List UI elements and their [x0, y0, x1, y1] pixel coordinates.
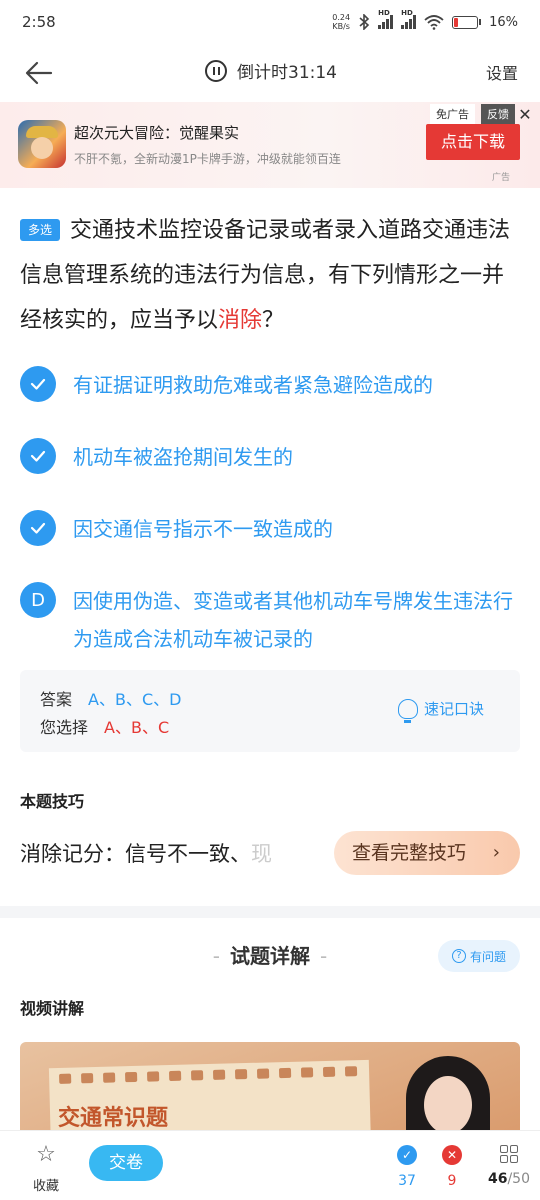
network-speed: 0.24 KB/s	[332, 13, 351, 31]
option-letter-d: D	[20, 582, 56, 618]
check-icon	[20, 366, 56, 402]
option-text: 有证据证明救助危难或者紧急避险造成的	[73, 373, 433, 397]
option-text: 因交通信号指示不一致造成的	[73, 517, 333, 541]
question-grid-button[interactable]: 46/50	[484, 1145, 534, 1187]
chevron-right-icon: ›	[492, 842, 500, 863]
status-icons: 0.24 KB/s HD HD 16%	[332, 9, 518, 31]
selected-answer-row: 您选择 A、B、C	[40, 714, 169, 738]
countdown-timer: 倒计时31:14	[205, 58, 337, 83]
correct-answer-row: 答案 A、B、C、D	[40, 686, 181, 710]
ad-app-name: 超次元大冒险：觉醒果实	[74, 124, 240, 142]
ad-app-icon	[18, 120, 66, 168]
check-icon: ✓	[397, 1145, 417, 1165]
view-full-tip-button[interactable]: 查看完整技巧 ›	[334, 831, 520, 875]
cross-icon: ✕	[442, 1145, 462, 1165]
signal-icon: HD	[401, 9, 417, 29]
pause-icon[interactable]	[205, 59, 227, 82]
section-divider	[0, 906, 540, 918]
ad-description: 不肝不氪，全新动漫1P卡牌手游，冲级就能领百连	[74, 152, 341, 166]
report-issue-button[interactable]: ? 有问题	[438, 940, 520, 972]
video-thumbnail[interactable]: 交通常识题	[20, 1042, 520, 1142]
selected-value: A、B、C	[104, 718, 170, 737]
question-highlight: 消除	[218, 308, 263, 333]
favorite-button[interactable]: ☆ 收藏	[26, 1142, 66, 1195]
grid-icon	[500, 1145, 518, 1163]
option-a[interactable]: 有证据证明救助危难或者紧急避险造成的	[20, 366, 520, 404]
timer-label: 倒计时31:14	[237, 63, 337, 83]
question-end: ？	[262, 308, 285, 333]
tip-button-label: 查看完整技巧	[352, 842, 467, 864]
video-label: 交通常识题	[58, 1106, 169, 1131]
option-b[interactable]: 机动车被盗抢期间发生的	[20, 438, 520, 476]
bottom-toolbar: ☆ 收藏 交卷 ✓ 37 ✕ 9 46/50	[0, 1130, 540, 1200]
memo-tip-button[interactable]: 速记口诀	[398, 698, 485, 723]
report-label: 有问题	[469, 949, 506, 964]
selected-label: 您选择	[40, 718, 89, 737]
answer-value: A、B、C、D	[88, 690, 182, 709]
top-nav: 倒计时31:14 设置	[0, 44, 540, 100]
correct-count: ✓ 37	[387, 1145, 427, 1189]
submit-exam-button[interactable]: 交卷	[89, 1145, 163, 1181]
tip-preview: 消除记分：信号不一致、现	[20, 842, 272, 866]
option-text: 机动车被盗抢期间发生的	[73, 445, 293, 469]
ad-download-button[interactable]: 点击下载	[426, 124, 520, 160]
check-icon	[20, 438, 56, 474]
favorite-label: 收藏	[32, 1179, 59, 1194]
wrong-number: 9	[447, 1173, 457, 1189]
star-icon: ☆	[36, 1142, 56, 1167]
memo-label: 速记口诀	[424, 700, 485, 718]
question-mark-icon: ?	[451, 949, 466, 963]
answer-label: 答案	[40, 690, 73, 709]
question-type-badge: 多选	[20, 219, 60, 241]
option-d[interactable]: D 因使用伪造、变造或者其他机动车号牌发生违法行为造成合法机动车被记录的	[20, 582, 520, 658]
lightbulb-icon	[398, 698, 418, 723]
answer-panel: 答案 A、B、C、D 您选择 A、B、C 速记口诀	[20, 670, 520, 752]
video-section-title: 视频讲解	[20, 999, 85, 1018]
status-time: 2:58	[22, 13, 56, 31]
battery-icon	[452, 15, 482, 29]
option-c[interactable]: 因交通信号指示不一致造成的	[20, 510, 520, 548]
presenter-image	[392, 1050, 502, 1142]
option-text: 因使用伪造、变造或者其他机动车号牌发生违法行为造成合法机动车被记录的	[73, 589, 513, 651]
wrong-count: ✕ 9	[432, 1145, 472, 1189]
correct-number: 37	[398, 1173, 416, 1189]
remove-ads-button[interactable]: 免广告	[430, 104, 475, 126]
wifi-icon	[424, 15, 444, 30]
bluetooth-icon	[359, 14, 370, 30]
check-icon	[20, 510, 56, 546]
ad-feedback-button[interactable]: 反馈	[481, 104, 515, 126]
progress-indicator: 46/50	[487, 1171, 530, 1187]
question-text: 多选 交通技术监控设备记录或者录入道路交通违法信息管理系统的违法行为信息，有下列情…	[20, 208, 520, 343]
close-icon[interactable]: ✕	[514, 104, 536, 126]
ad-label: 广告	[492, 173, 511, 183]
battery-percent: 16%	[489, 14, 518, 30]
back-arrow-icon[interactable]	[24, 58, 54, 88]
tip-section-title: 本题技巧	[20, 792, 85, 811]
settings-button[interactable]: 设置	[486, 60, 518, 84]
status-bar: 2:58 0.24 KB/s HD HD 16%	[0, 0, 540, 44]
signal-icon: HD	[378, 9, 394, 29]
